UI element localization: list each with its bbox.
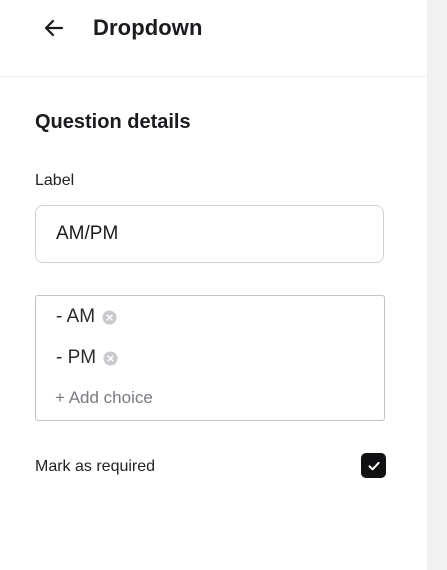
remove-circle-icon[interactable] [103,350,118,366]
question-editor-panel: Dropdown Question details Label - AM - P… [0,0,427,570]
back-button[interactable] [38,12,70,44]
arrow-left-icon [44,19,64,37]
label-field-label: Label [35,172,75,189]
remove-circle-icon[interactable] [102,309,117,325]
choice-item[interactable]: - PM [56,346,118,370]
choice-label[interactable]: - PM [56,346,96,370]
required-checkbox[interactable] [361,453,386,478]
page-title: Dropdown [93,15,203,40]
choice-label[interactable]: - AM [56,305,95,329]
add-choice-button[interactable]: + Add choice [55,387,153,409]
label-input[interactable] [35,205,384,263]
section-title: Question details [35,111,191,133]
choice-item[interactable]: - AM [56,305,117,329]
panel-header: Dropdown [0,0,427,77]
checkmark-icon [368,461,380,470]
required-label: Mark as required [35,458,156,475]
choices-list: - AM - PM + Add choice [35,295,385,421]
